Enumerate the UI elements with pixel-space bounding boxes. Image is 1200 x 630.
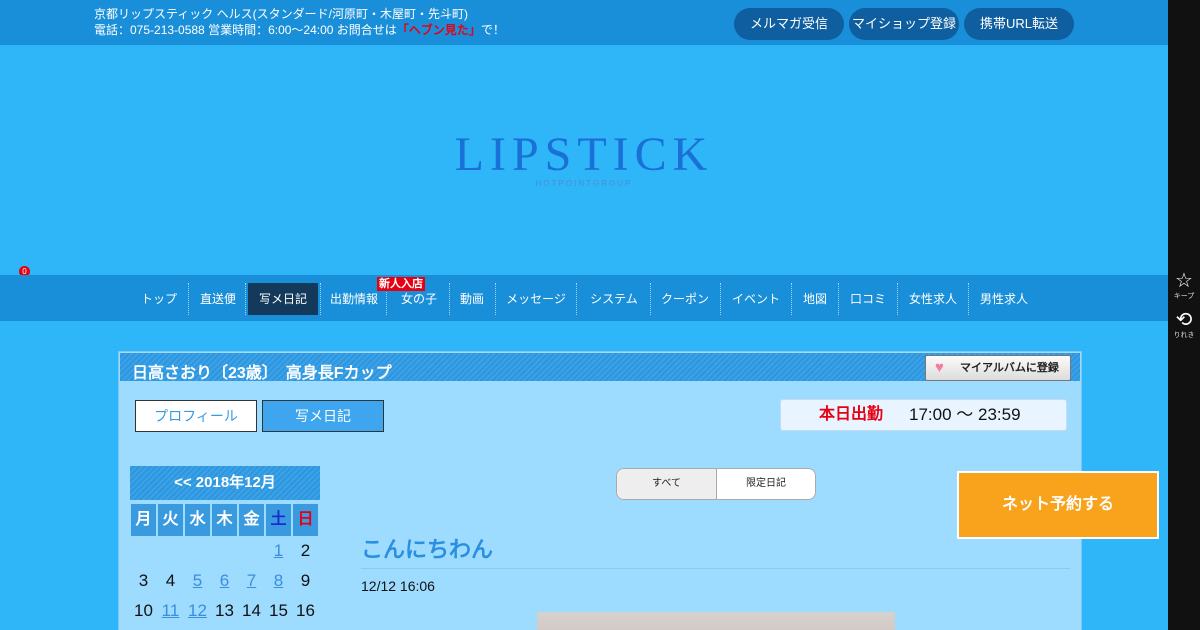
shop-info-line1: 京都リップスティック ヘルス(スタンダード/河原町・木屋町・先斗町)	[94, 7, 468, 21]
girl-name-title: 日高さおり〔23歳〕 高身長Fカップ	[132, 365, 392, 382]
today-schedule: 本日出勤 17:00 ～ 23:59	[780, 399, 1067, 431]
calendar-day: 15	[269, 601, 288, 620]
calendar-weekday: 日	[293, 504, 318, 536]
shop-info-line2: 電話：075-213-0588 営業時間：6:00～24:00 お問合せは「ヘブ…	[94, 22, 505, 38]
filter-all-button[interactable]: すべて	[617, 469, 717, 499]
keep-button[interactable]: ☆ キープ	[1168, 270, 1200, 301]
logo-area: LIPSTICK HOTPOINTGROUP	[0, 45, 1168, 275]
calendar-month-header[interactable]: << 2018年12月	[130, 466, 320, 500]
star-icon: ☆	[1175, 270, 1193, 292]
nav-schedule[interactable]: 出勤情報	[324, 283, 384, 315]
calendar-day: 10	[134, 601, 153, 620]
calendar-day: 14	[242, 601, 261, 620]
calendar-day: 2	[300, 541, 311, 560]
post-photo[interactable]	[537, 612, 895, 630]
diary-filter: すべて 限定日記	[616, 468, 816, 500]
my-album-register-label: マイアルバムに登録	[960, 362, 1059, 374]
shop-info-suffix: で！	[480, 23, 505, 37]
net-reserve-button[interactable]: ネット予約する	[957, 471, 1159, 539]
nav-reviews[interactable]: 口コミ	[844, 283, 892, 315]
today-schedule-time: 17:00 ～ 23:59	[909, 405, 1021, 424]
calendar-day[interactable]: 6	[212, 567, 237, 595]
nav-coupon[interactable]: クーポン	[655, 283, 715, 315]
nav-message[interactable]: メッセージ	[500, 283, 572, 315]
shop-logo[interactable]: LIPSTICK	[0, 127, 1168, 182]
new-girl-badge: 新人入店	[377, 277, 425, 291]
history-button[interactable]: ⟲ りれき	[1168, 309, 1200, 340]
profile-header: 日高さおり〔23歳〕 高身長Fカップ ♥ マイアルバムに登録	[120, 353, 1080, 382]
my-album-register-button[interactable]: ♥ マイアルバムに登録	[925, 355, 1071, 381]
calendar-day: 4	[165, 571, 176, 590]
history-label: りれき	[1173, 332, 1195, 339]
history-icon: ⟲	[1175, 309, 1193, 331]
main-nav: トップ 直送便 写メ日記 出勤情報 女の子 動画 メッセージ システム クーポン…	[0, 275, 1168, 321]
calendar-weekday: 金	[239, 504, 264, 536]
calendar-weekday: 土	[266, 504, 291, 536]
shop-info-phone-hours: 電話：075-213-0588 営業時間：6:00～24:00 お問合せは	[94, 23, 397, 37]
tab-photo-diary[interactable]: 写メ日記	[262, 400, 384, 432]
calendar-weekday: 木	[212, 504, 237, 536]
nav-top[interactable]: トップ	[133, 283, 185, 315]
post-date: 12/12 16:06	[361, 578, 435, 594]
top-bar: 京都リップスティック ヘルス(スタンダード/河原町・木屋町・先斗町) 電話：07…	[0, 0, 1168, 45]
tab-profile[interactable]: プロフィール	[135, 400, 257, 432]
nav-photo-diary[interactable]: 写メ日記	[248, 283, 318, 315]
mail-magazine-button[interactable]: メルマガ受信	[734, 8, 844, 40]
nav-system[interactable]: システム	[582, 283, 646, 315]
calendar-day[interactable]: 7	[239, 567, 264, 595]
side-toolbar: ☆ キープ ⟲ りれき	[1168, 0, 1200, 630]
mobile-url-transfer-button[interactable]: 携帯URL転送	[964, 8, 1074, 40]
nav-female-recruit[interactable]: 女性求人	[903, 283, 963, 315]
today-schedule-label: 本日出勤	[819, 406, 884, 423]
nav-map[interactable]: 地図	[797, 283, 833, 315]
post-title[interactable]: こんにちわん	[361, 532, 493, 564]
calendar-day[interactable]: 5	[185, 567, 210, 595]
profile-panel: 日高さおり〔23歳〕 高身長Fカップ ♥ マイアルバムに登録 プロフィール 写メ…	[118, 351, 1082, 630]
group-logo-text: HOTPOINTGROUP	[535, 179, 633, 188]
calendar-day: 9	[300, 571, 311, 590]
heaven-mita-highlight: 「ヘブン見た」	[396, 23, 481, 37]
my-shop-register-button[interactable]: マイショップ登録	[849, 8, 959, 40]
calendar-day[interactable]: 11	[158, 597, 183, 625]
post-divider	[361, 568, 1070, 569]
calendar-day[interactable]: 1	[266, 537, 291, 565]
nav-male-recruit[interactable]: 男性求人	[974, 283, 1034, 315]
filter-limited-button[interactable]: 限定日記	[717, 469, 815, 499]
calendar-weekday: 月	[131, 504, 156, 536]
nav-direct-mail[interactable]: 直送便	[192, 283, 244, 315]
nav-video[interactable]: 動画	[452, 283, 492, 315]
calendar-weekday: 火	[158, 504, 183, 536]
calendar-day: 16	[296, 601, 315, 620]
calendar-day: 3	[138, 571, 149, 590]
calendar-day[interactable]: 8	[266, 567, 291, 595]
keep-label: キープ	[1173, 293, 1195, 300]
shop-info: 京都リップスティック ヘルス(スタンダード/河原町・木屋町・先斗町) 電話：07…	[94, 6, 505, 38]
calendar-day[interactable]: 12	[185, 597, 210, 625]
nav-event[interactable]: イベント	[726, 283, 786, 315]
heart-icon: ♥	[935, 359, 944, 376]
calendar-day: 13	[215, 601, 234, 620]
calendar-weekday: 水	[185, 504, 210, 536]
